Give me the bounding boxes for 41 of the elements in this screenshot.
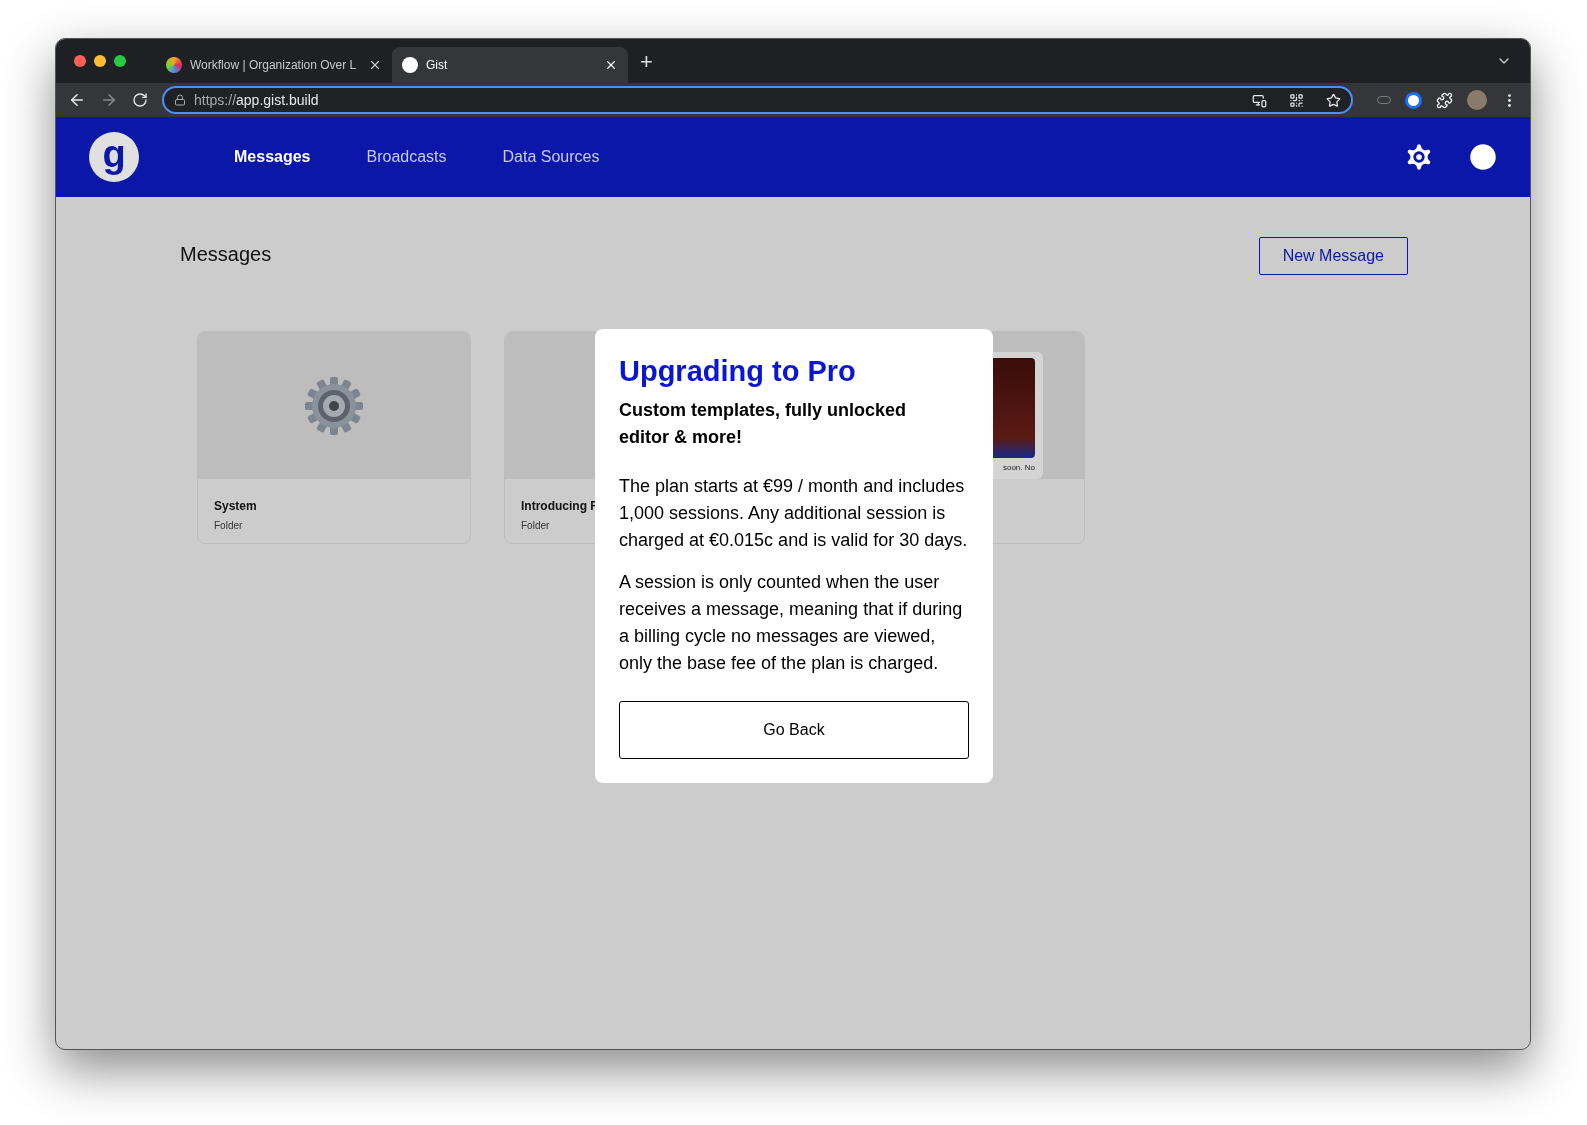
nav-link[interactable]: Messages <box>234 145 311 169</box>
password-manager-icon[interactable] <box>1405 91 1422 109</box>
avatar-icon[interactable] <box>1467 90 1487 110</box>
bookmark-star-icon[interactable] <box>1326 92 1341 108</box>
browser-tab[interactable]: Workflow | Organization Over L <box>156 47 392 83</box>
close-tab-icon[interactable] <box>368 58 382 72</box>
url-text: https://app.gist.build <box>194 90 320 110</box>
card-subtitle: Folder <box>214 519 243 533</box>
site-icon <box>402 57 418 73</box>
qr-code-icon[interactable] <box>1289 92 1304 108</box>
nav-link[interactable]: Broadcasts <box>366 145 447 169</box>
minimize-window-icon[interactable] <box>94 55 106 67</box>
maximize-window-icon[interactable] <box>114 55 126 67</box>
dialog-title: Upgrading to Pro <box>619 354 857 389</box>
close-tab-icon[interactable] <box>604 58 618 72</box>
nav-link[interactable]: Data Sources <box>502 145 600 169</box>
lock-icon <box>174 94 186 106</box>
preview-caption: soon. No <box>1002 462 1035 474</box>
reload-icon[interactable] <box>132 92 148 108</box>
dialog-subtitle: Custom templates, fully unlocked editor & more! <box>619 399 908 450</box>
extensions-icon[interactable] <box>1436 91 1453 109</box>
new-message-button[interactable]: New Message <box>1258 237 1408 275</box>
logo[interactable]: g <box>89 132 139 182</box>
gear-icon <box>303 374 365 437</box>
back-icon[interactable] <box>68 91 86 109</box>
close-window-icon[interactable] <box>74 55 86 67</box>
tab-title: Gist <box>426 57 449 74</box>
page-title: Messages <box>180 242 272 267</box>
site-icon <box>166 57 182 73</box>
go-back-button[interactable]: Go Back <box>619 701 969 760</box>
dialog-paragraph: A session is only counted when the user receives a message, meaning that if during a billing cycle no messages are viewed, only the base fee of the plan is charged. <box>619 571 964 676</box>
card-title: System <box>214 498 257 515</box>
dialog-paragraph: The plan starts at €99 / month and includes 1,000 sessions. Any additional session is charged at €0.015c and is valid for 30 days. <box>619 475 969 553</box>
forward-icon[interactable] <box>100 91 118 109</box>
devices-icon[interactable] <box>1252 92 1267 108</box>
folder-card[interactable]: System Folder <box>197 331 471 544</box>
new-tab-button[interactable]: + <box>640 44 653 78</box>
tab-title: Workflow | Organization Over L <box>190 57 358 74</box>
address-bar[interactable]: https://app.gist.build <box>162 86 1353 114</box>
card-subtitle: Folder <box>521 519 550 533</box>
browser-tab[interactable]: Gist <box>392 47 628 83</box>
